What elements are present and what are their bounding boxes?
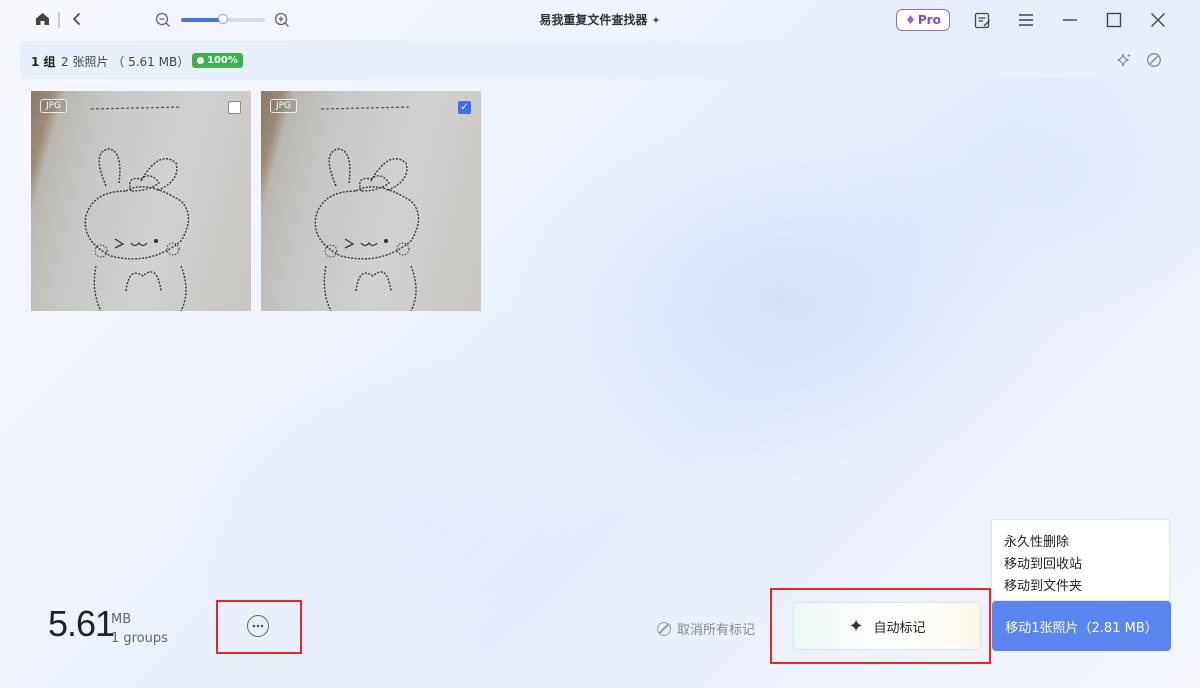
diamond-icon: ♦: [905, 13, 916, 27]
clear-all-marks-button[interactable]: 取消所有标记: [657, 619, 755, 638]
photo-checkbox[interactable]: ✓: [458, 101, 471, 114]
ellipsis-icon: [252, 624, 264, 628]
file-type-tag: JPG: [40, 99, 67, 113]
move-photos-button[interactable]: 移动1张照片（2.81 MB）: [992, 601, 1171, 651]
clear-group-marks-icon[interactable]: [1146, 52, 1162, 68]
photo-drawing: [84, 106, 190, 311]
auto-mark-group-icon[interactable]: [1116, 52, 1132, 68]
minimize-icon[interactable]: [1061, 11, 1079, 29]
photo-thumbnail[interactable]: JPG: [31, 91, 251, 311]
title-bar: 易我重复文件查找器 ✦ ♦ Pro: [0, 0, 1200, 40]
sparkle-icon: ✦: [651, 14, 661, 27]
pro-label: Pro: [917, 13, 941, 27]
menu-item-move-to-folder[interactable]: 移动到文件夹: [1004, 575, 1082, 594]
menu-item-move-to-recycle-bin[interactable]: 移动到回收站: [1004, 553, 1082, 572]
move-options-menu: 永久性删除 移动到回收站 移动到文件夹: [991, 519, 1170, 601]
ban-icon: [657, 621, 671, 636]
similarity-dot-icon: [197, 57, 204, 64]
feedback-icon[interactable]: [973, 11, 991, 29]
photo-drawing: [314, 106, 420, 311]
group-header: 1 组 2 张照片 （ 5.61 MB） 100%: [20, 41, 1178, 79]
file-type-tag: JPG: [270, 99, 297, 113]
menu-icon[interactable]: [1017, 11, 1035, 29]
similarity-value: 100%: [207, 55, 238, 66]
auto-mark-label: 自动标记: [873, 620, 926, 636]
similarity-badge: 100%: [192, 53, 243, 68]
move-photos-label: 移动1张照片（2.81 MB）: [1005, 620, 1158, 636]
close-icon[interactable]: [1149, 11, 1167, 29]
group-info: 2 张照片 （ 5.61 MB）: [61, 55, 190, 69]
clear-all-marks-label: 取消所有标记: [677, 623, 756, 638]
total-size: 5.61: [48, 603, 115, 644]
app-title-text: 易我重复文件查找器: [539, 13, 648, 27]
auto-mark-button[interactable]: ✦ 自动标记: [793, 602, 981, 650]
photo-checkbox[interactable]: [228, 101, 241, 114]
photo-thumbnail[interactable]: JPG ✓: [261, 91, 481, 311]
more-options-button[interactable]: [247, 615, 269, 637]
menu-item-permanent-delete[interactable]: 永久性删除: [1004, 531, 1069, 550]
group-title: 1 组: [31, 55, 56, 69]
sparkle-icon: ✦: [848, 615, 864, 637]
total-groups: 1 groups: [111, 631, 168, 646]
pro-badge[interactable]: ♦ Pro: [896, 9, 950, 31]
maximize-icon[interactable]: [1105, 11, 1123, 29]
total-size-unit: MB: [111, 612, 132, 627]
